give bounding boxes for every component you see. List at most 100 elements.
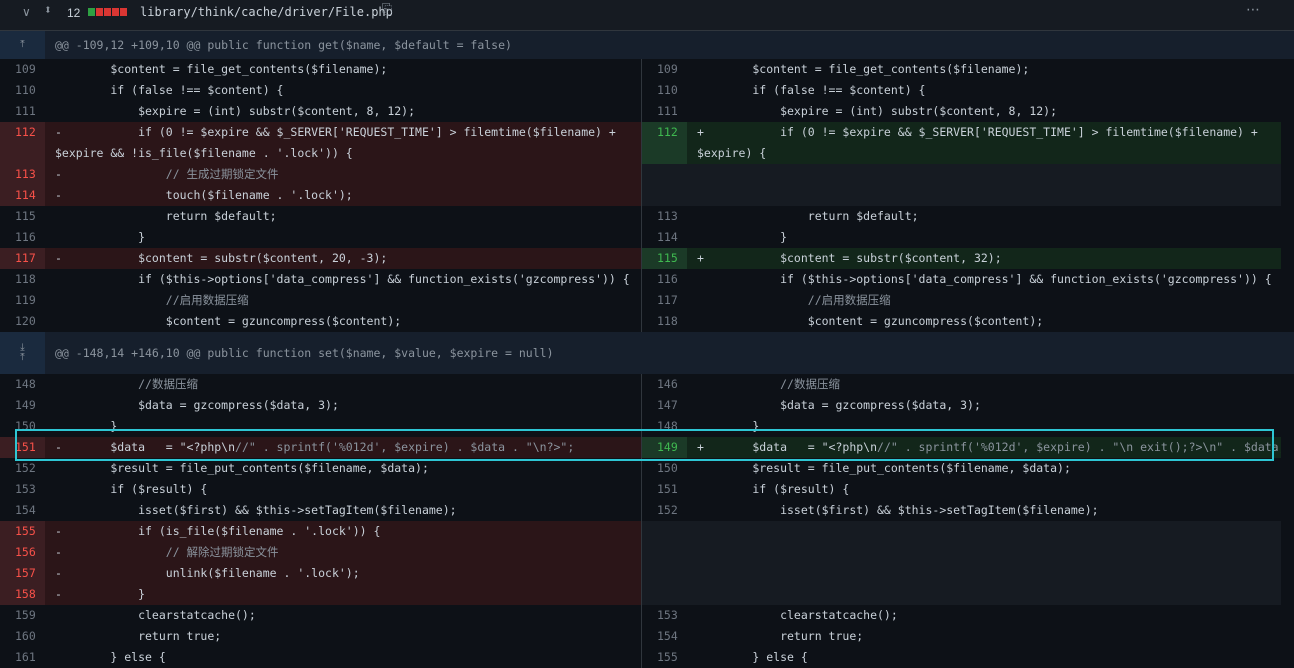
new-side: 109 $content = file_get_contents($filena… (641, 59, 1281, 80)
old-code-line: $data = gzcompress($data, 3); (55, 398, 339, 412)
line-number[interactable] (642, 185, 687, 206)
diff-row: 152 $result = file_put_contents($filenam… (0, 458, 1294, 479)
new-code-line (687, 584, 1281, 605)
line-number[interactable]: 148 (642, 416, 687, 437)
hunk-header: ⤓ ⤒ @@ -148,14 +146,10 @@ public function… (0, 332, 1294, 374)
line-number[interactable]: 159 (0, 605, 45, 626)
line-number[interactable]: 152 (0, 458, 45, 479)
new-side: 152 isset($first) && $this->setTagItem($… (641, 500, 1281, 521)
line-number[interactable]: 146 (642, 374, 687, 395)
line-number[interactable]: 160 (0, 626, 45, 647)
line-number[interactable]: 147 (642, 395, 687, 416)
line-number[interactable]: 110 (0, 80, 45, 101)
line-number[interactable]: 149 (642, 437, 687, 458)
old-side: 110 if (false !== $content) { (0, 80, 641, 101)
line-number[interactable]: 157 (0, 563, 45, 584)
new-side: 115 + $content = substr($content, 32); (641, 248, 1281, 269)
new-side: 155 } else { (641, 647, 1281, 668)
line-number[interactable]: 113 (642, 206, 687, 227)
line-number[interactable]: 156 (0, 542, 45, 563)
line-number[interactable] (642, 521, 687, 542)
line-number[interactable]: 155 (642, 647, 687, 668)
diff-row: 154 isset($first) && $this->setTagItem($… (0, 500, 1294, 521)
line-number[interactable]: 150 (642, 458, 687, 479)
line-number[interactable]: 116 (0, 227, 45, 248)
new-code-line (687, 185, 1281, 206)
new-code-line: clearstatcache(); (697, 608, 898, 622)
old-side: 112- if (0 != $expire && $_SERVER['REQUE… (0, 122, 641, 143)
line-number[interactable]: 119 (0, 290, 45, 311)
line-number[interactable]: 158 (0, 584, 45, 605)
old-code-line: return true; (55, 629, 222, 643)
diff-row: 117- $content = substr($content, 20, -3)… (0, 248, 1294, 269)
line-number[interactable] (0, 143, 45, 164)
line-number[interactable]: 112 (0, 122, 45, 143)
diff-row: 111 $expire = (int) substr($content, 8, … (0, 101, 1294, 122)
line-number[interactable] (642, 542, 687, 563)
old-side: 160 return true; (0, 626, 641, 647)
line-number[interactable]: 113 (0, 164, 45, 185)
old-side: 116 } (0, 227, 641, 248)
line-number[interactable]: 151 (0, 437, 45, 458)
line-number[interactable]: 117 (642, 290, 687, 311)
line-number[interactable]: 154 (0, 500, 45, 521)
old-code-line: clearstatcache(); (55, 608, 256, 622)
old-code-line: - // 解除过期锁定文件 (45, 542, 641, 563)
old-code-line: $expire && !is_file($filename . '.lock')… (45, 143, 641, 164)
new-code-line: $content = file_get_contents($filename); (697, 62, 1030, 76)
more-options-icon[interactable]: ⋯ (1246, 2, 1260, 18)
line-number[interactable]: 154 (642, 626, 687, 647)
old-side: 157- unlink($filename . '.lock'); (0, 563, 641, 584)
file-path[interactable]: library/think/cache/driver/File.php (140, 5, 393, 19)
old-side: 148 //数据压缩 (0, 374, 641, 395)
line-number[interactable]: 120 (0, 311, 45, 332)
line-number[interactable]: 109 (642, 59, 687, 80)
diff-row: 158- } (0, 584, 1294, 605)
copy-icon[interactable]: ⎘ (382, 2, 392, 17)
line-number[interactable]: 153 (0, 479, 45, 500)
old-side: 151- $data = "<?php\n//" . sprintf('%012… (0, 437, 641, 458)
line-number[interactable]: 112 (642, 122, 687, 143)
line-number[interactable]: 155 (0, 521, 45, 542)
old-code-line: - // 生成过期锁定文件 (45, 164, 641, 185)
old-side: 155- if (is_file($filename . '.lock')) { (0, 521, 641, 542)
old-side: 120 $content = gzuncompress($content); (0, 311, 641, 332)
line-number[interactable]: 114 (642, 227, 687, 248)
line-number[interactable]: 118 (0, 269, 45, 290)
new-side: 153 clearstatcache(); (641, 605, 1281, 626)
line-number[interactable]: 117 (0, 248, 45, 269)
line-number[interactable] (642, 563, 687, 584)
new-code-line: + $content = substr($content, 32); (687, 248, 1281, 269)
new-side: 149 + $data = "<?php\n//" . sprintf('%012… (641, 437, 1281, 458)
line-number[interactable]: 151 (642, 479, 687, 500)
line-number[interactable]: 152 (642, 500, 687, 521)
line-number[interactable] (642, 584, 687, 605)
line-number[interactable]: 110 (642, 80, 687, 101)
line-number[interactable]: 109 (0, 59, 45, 80)
new-side (641, 542, 1281, 563)
line-number[interactable] (642, 164, 687, 185)
line-number[interactable]: 148 (0, 374, 45, 395)
line-number[interactable]: 114 (0, 185, 45, 206)
line-number[interactable]: 111 (642, 101, 687, 122)
line-number[interactable] (642, 143, 687, 164)
line-number[interactable]: 115 (0, 206, 45, 227)
line-number[interactable]: 161 (0, 647, 45, 668)
expand-up-button[interactable]: ⤒ (0, 31, 45, 59)
diff-row: 114- touch($filename . '.lock'); (0, 185, 1294, 206)
line-number[interactable]: 150 (0, 416, 45, 437)
new-side: 118 $content = gzuncompress($content); (641, 311, 1281, 332)
line-number[interactable]: 115 (642, 248, 687, 269)
expand-both-button[interactable]: ⤓ ⤒ (0, 332, 45, 374)
line-number[interactable]: 153 (642, 605, 687, 626)
line-number[interactable]: 111 (0, 101, 45, 122)
new-side: 116 if ($this->options['data_compress'] … (641, 269, 1281, 290)
line-number[interactable]: 149 (0, 395, 45, 416)
old-code-line: $expire = (int) substr($content, 8, 12); (55, 104, 416, 118)
chevron-down-icon[interactable]: ∨ (22, 5, 31, 19)
line-number[interactable]: 118 (642, 311, 687, 332)
expand-icon[interactable]: ⬍ (44, 3, 52, 18)
line-number[interactable]: 116 (642, 269, 687, 290)
new-code-line: return true; (697, 629, 864, 643)
old-code-line: $result = file_put_contents($filename, $… (55, 461, 429, 475)
